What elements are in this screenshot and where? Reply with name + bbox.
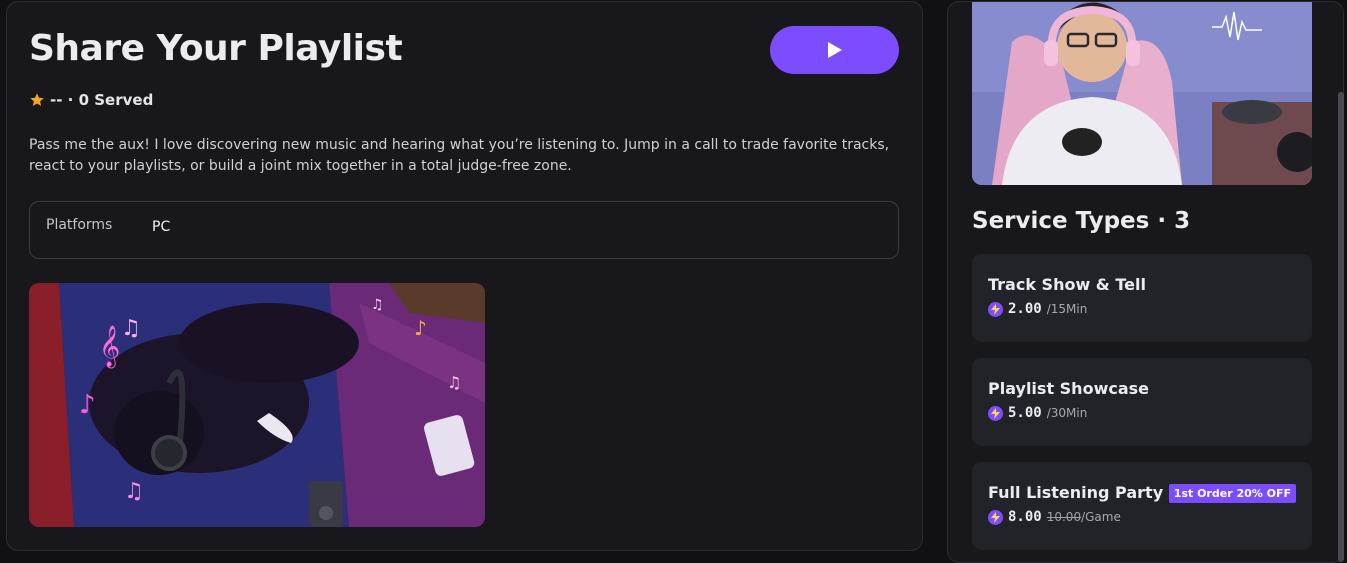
listing-description: Pass me the aux! I love discovering new … bbox=[29, 137, 890, 174]
platforms-label: Platforms bbox=[46, 217, 113, 233]
hero-image bbox=[972, 2, 1312, 185]
page-title: Share Your Playlist bbox=[29, 28, 403, 69]
platforms-box: Platforms PC bbox=[29, 201, 899, 259]
play-button[interactable] bbox=[770, 26, 899, 74]
services-title: Service Types · 3 bbox=[972, 208, 1191, 234]
service-name: Track Show & Tell bbox=[988, 275, 1146, 294]
svg-text:♫: ♫ bbox=[124, 479, 144, 504]
price: 2.00 bbox=[1008, 301, 1042, 317]
svg-text:𝄞: 𝄞 bbox=[99, 325, 120, 368]
svg-text:♪: ♪ bbox=[414, 316, 427, 340]
scrollbar-thumb[interactable] bbox=[1338, 92, 1344, 562]
cat-illustration: 𝄞 ♫ ♪ ♫ ♪ ♫ ♫ bbox=[29, 283, 485, 527]
star-icon bbox=[30, 93, 44, 106]
svg-text:♫: ♫ bbox=[371, 297, 384, 313]
price-row: 2.00 /15Min bbox=[988, 301, 1087, 317]
price-row: 5.00 /30Min bbox=[988, 405, 1087, 421]
original-price: 10.00 bbox=[1046, 510, 1082, 524]
promo-badge: 1st Order 20% OFF bbox=[1168, 484, 1296, 503]
listing-image: 𝄞 ♫ ♪ ♫ ♪ ♫ ♫ bbox=[29, 283, 485, 527]
listing-card: Share Your Playlist -- · 0 Served Pass m… bbox=[6, 1, 923, 551]
listener-illustration bbox=[972, 2, 1312, 185]
services-panel: Service Types · 3 Track Show & Tell 2.00… bbox=[947, 1, 1344, 563]
price-unit: /30Min bbox=[1046, 406, 1088, 420]
play-icon bbox=[827, 42, 842, 58]
bolt-icon bbox=[988, 405, 1003, 421]
svg-text:♫: ♫ bbox=[121, 316, 141, 341]
price-unit: /Game bbox=[1081, 510, 1121, 524]
service-name: Playlist Showcase bbox=[988, 379, 1149, 398]
service-full-listening-party[interactable]: Full Listening Party 1st Order 20% OFF 8… bbox=[972, 462, 1312, 550]
service-name: Full Listening Party bbox=[988, 483, 1164, 502]
svg-text:♪: ♪ bbox=[79, 390, 96, 420]
price: 8.00 bbox=[1008, 509, 1042, 525]
service-track-show-and-tell[interactable]: Track Show & Tell 2.00 /15Min bbox=[972, 254, 1312, 342]
bolt-icon bbox=[988, 301, 1003, 317]
rating-text: -- · 0 Served bbox=[50, 91, 154, 109]
price: 5.00 bbox=[1008, 405, 1042, 421]
price-row: 8.00 10.00 /Game bbox=[988, 509, 1121, 525]
rating-row: -- · 0 Served bbox=[29, 91, 153, 109]
price-unit: /15Min bbox=[1046, 302, 1088, 316]
platforms-value: PC bbox=[152, 219, 171, 235]
svg-text:♫: ♫ bbox=[447, 373, 461, 392]
bolt-icon bbox=[988, 509, 1003, 525]
service-playlist-showcase[interactable]: Playlist Showcase 5.00 /30Min bbox=[972, 358, 1312, 446]
